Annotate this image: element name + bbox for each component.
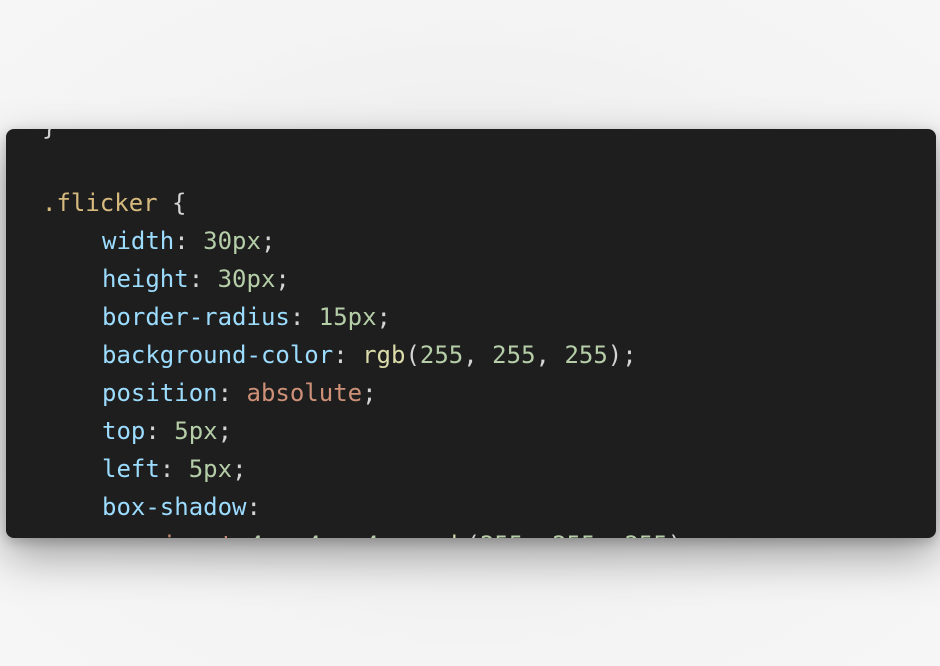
semicolon: ; [275,265,290,293]
css-value-token: inset [162,531,234,538]
css-value-token: 255 [564,341,608,369]
css-value-token: , [535,341,565,369]
code-lines: } .flicker { width: 30px;height: 30px;bo… [42,129,936,538]
semicolon: ; [232,455,247,483]
css-value-token: 255 [552,531,595,538]
closing-brace: } [42,129,56,141]
code-line-closing-brace: } [42,129,936,146]
colon: : [145,417,160,445]
css-property: box-shadow [102,493,247,521]
colon: : [159,455,175,483]
css-value-token: 255 [624,531,667,538]
code-line-declaration: border-radius: 15px; [42,298,936,336]
css-value-token: 15px [318,303,377,331]
colon: : [289,303,305,331]
css-value-token: ) [607,341,623,369]
css-property: background-color [102,341,334,369]
css-value-token: 5px [174,417,218,445]
css-property: top [102,417,146,445]
css-value-token [292,531,306,538]
css-value-token: 4px [307,531,350,538]
css-selector: .flicker [42,189,158,217]
css-value-token: absolute [246,379,363,407]
css-value-token: 4px [249,531,292,538]
css-value-token: ) [668,531,682,538]
code-line-declaration: position: absolute; [42,374,936,412]
css-value-token: , [596,531,625,538]
semicolon: ; [362,379,377,407]
css-property: position [102,379,218,407]
code-line-declaration: top: 5px; [42,412,936,450]
code-line-declaration: width: 30px; [42,222,936,260]
css-value-token: ( [405,341,420,369]
css-value-token: , [523,531,552,538]
css-value-token: 255 [492,341,536,369]
semicolon: ; [622,341,637,369]
css-property: width [102,227,175,255]
css-value-token: 30px [217,265,276,293]
css-property: border-radius [102,303,290,331]
css-value-token [408,531,422,538]
code-line-selector: .flicker { [42,184,936,222]
css-value-token: 255 [419,341,464,369]
semicolon: ; [217,417,233,445]
colon: : [188,265,204,293]
css-value-token [234,531,248,538]
code-line-declaration: height: 30px; [42,260,936,298]
css-value-token: rgb [422,531,465,538]
css-value-token: ( [466,531,480,538]
css-value-token: 255 [480,531,523,538]
colon: : [246,493,261,521]
css-value-token: rgb [362,341,406,369]
code-line-declaration: background-color: rgb(255, 255, 255); [42,336,936,374]
colon: : [333,341,348,369]
open-brace: { [172,189,187,217]
colon: : [174,227,189,255]
css-property: left [102,455,160,483]
code-block: } .flicker { width: 30px;height: 30px;bo… [6,129,936,538]
code-line-partial: inset 4px 4px 4px rgb(255, 255, 255) [42,526,936,538]
css-value-token: 5px [188,455,233,483]
css-value-token [350,531,364,538]
colon: : [217,379,233,407]
css-value-token: 4px [364,531,407,538]
semicolon: ; [376,303,391,331]
semicolon: ; [260,227,276,255]
code-line-declaration: box-shadow: [42,488,936,526]
css-value-token: , [463,341,493,369]
css-property: height [102,265,189,293]
code-line-declaration: left: 5px; [42,450,936,488]
css-value-token: 30px [203,227,261,255]
